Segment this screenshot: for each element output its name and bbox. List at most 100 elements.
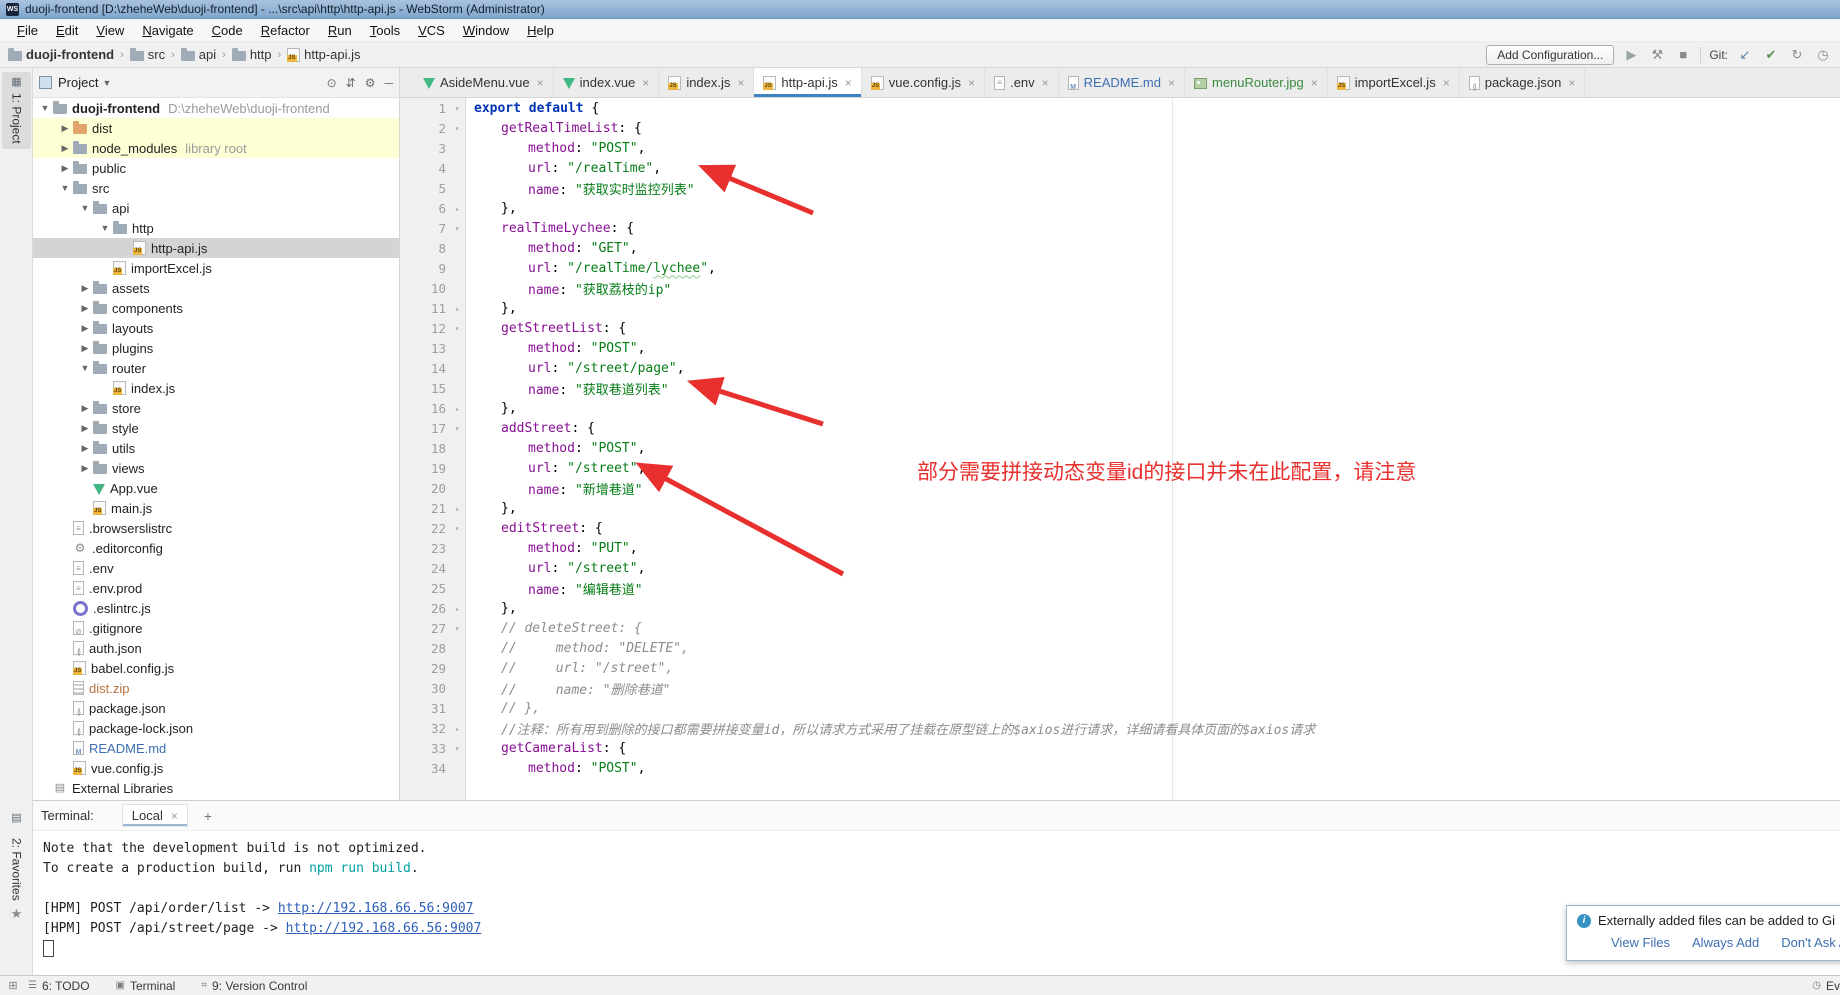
chevron-right-icon[interactable]: ▶ xyxy=(77,343,93,354)
favorites-tool-button[interactable]: 2: Favorites ★ xyxy=(2,838,31,922)
chevron-right-icon[interactable]: ▶ xyxy=(77,403,93,414)
notification-action-don-t-ask-agai[interactable]: Don't Ask Agai xyxy=(1781,935,1840,950)
tree-item-importExcel.js[interactable]: importExcel.js xyxy=(33,258,399,278)
locate-icon[interactable]: ⊙ xyxy=(327,76,337,90)
notification-action-always-add[interactable]: Always Add xyxy=(1692,935,1759,950)
tree-item-.editorconfig[interactable]: .editorconfig xyxy=(33,538,399,558)
tree-item-External Libraries[interactable]: External Libraries xyxy=(33,778,399,798)
chevron-right-icon[interactable]: ▶ xyxy=(57,163,73,174)
tree-item-public[interactable]: ▶public xyxy=(33,158,399,178)
chevron-right-icon[interactable]: ▶ xyxy=(77,323,93,334)
terminal-tab-local[interactable]: Local × xyxy=(122,804,188,827)
tree-item-http[interactable]: ▼http xyxy=(33,218,399,238)
hide-panel-icon[interactable]: ─ xyxy=(384,76,393,90)
tab-close-icon[interactable]: × xyxy=(968,76,975,90)
tree-item-auth.json[interactable]: auth.json xyxy=(33,638,399,658)
tab-menuRouter.jpg[interactable]: menuRouter.jpg× xyxy=(1185,68,1328,97)
tab-close-icon[interactable]: × xyxy=(642,76,649,90)
terminal-link[interactable]: http://192.168.66.56:9007 xyxy=(278,901,474,916)
tree-item-main.js[interactable]: main.js xyxy=(33,498,399,518)
chevron-down-icon[interactable]: ▼ xyxy=(97,223,113,233)
tree-item-dist.zip[interactable]: dist.zip xyxy=(33,678,399,698)
tree-item-.eslintrc.js[interactable]: .eslintrc.js xyxy=(33,598,399,618)
chevron-right-icon[interactable]: ▶ xyxy=(77,303,93,314)
tree-item-http-api.js[interactable]: http-api.js xyxy=(33,238,399,258)
chevron-down-icon[interactable]: ▼ xyxy=(57,183,73,193)
chevron-right-icon[interactable]: ▶ xyxy=(77,443,93,454)
chevron-down-icon[interactable]: ▼ xyxy=(77,203,93,213)
notification-action-view-files[interactable]: View Files xyxy=(1611,935,1670,950)
new-terminal-icon[interactable]: + xyxy=(204,808,212,824)
tree-item-.env.prod[interactable]: .env.prod xyxy=(33,578,399,598)
menu-item-help[interactable]: Help xyxy=(518,21,563,40)
tree-item-package.json[interactable]: package.json xyxy=(33,698,399,718)
fold-close-icon[interactable]: ▴ xyxy=(450,304,464,313)
tab-README.md[interactable]: README.md× xyxy=(1059,68,1185,97)
tab-importExcel.js[interactable]: importExcel.js× xyxy=(1328,68,1460,97)
tree-item-dist[interactable]: ▶dist xyxy=(33,118,399,138)
project-panel-title[interactable]: Project xyxy=(58,75,98,90)
menu-item-run[interactable]: Run xyxy=(319,21,361,40)
tree-item-plugins[interactable]: ▶plugins xyxy=(33,338,399,358)
tab-close-icon[interactable]: × xyxy=(1042,76,1049,90)
add-configuration-button[interactable]: Add Configuration... xyxy=(1486,45,1614,65)
chevron-right-icon[interactable]: ▶ xyxy=(57,123,73,134)
fold-close-icon[interactable]: ▴ xyxy=(450,204,464,213)
tree-item-style[interactable]: ▶style xyxy=(33,418,399,438)
tree-item-package-lock.json[interactable]: package-lock.json xyxy=(33,718,399,738)
tree-item-views[interactable]: ▶views xyxy=(33,458,399,478)
menu-item-edit[interactable]: Edit xyxy=(47,21,87,40)
tab-package.json[interactable]: package.json× xyxy=(1460,68,1586,97)
toolwindow-switcher-icon[interactable]: ⊞ xyxy=(6,979,20,992)
project-view-icon[interactable] xyxy=(39,76,52,89)
menu-item-tools[interactable]: Tools xyxy=(361,21,409,40)
tree-item-utils[interactable]: ▶utils xyxy=(33,438,399,458)
settings-icon[interactable]: ⚙ xyxy=(365,76,376,90)
terminal-link[interactable]: http://192.168.66.56:9007 xyxy=(286,921,482,936)
fold-open-icon[interactable]: ▾ xyxy=(450,744,464,753)
tree-item-App.vue[interactable]: App.vue xyxy=(33,478,399,498)
chevron-down-icon[interactable]: ▼ xyxy=(77,363,93,373)
fold-close-icon[interactable]: ▴ xyxy=(450,404,464,413)
event-log-item[interactable]: ◷ Ev xyxy=(1812,979,1840,993)
tab-close-icon[interactable]: × xyxy=(1168,76,1175,90)
tab-close-icon[interactable]: × xyxy=(1443,76,1450,90)
run-icon[interactable]: ▶ xyxy=(1622,47,1640,63)
chevron-right-icon[interactable]: ▶ xyxy=(77,283,93,294)
tab-http-api.js[interactable]: http-api.js× xyxy=(754,68,861,97)
chevron-down-icon[interactable]: ▼ xyxy=(37,103,53,113)
status-item-terminal[interactable]: ▣Terminal xyxy=(116,979,176,993)
menu-item-code[interactable]: Code xyxy=(203,21,252,40)
tree-item-duoji-frontend[interactable]: ▼duoji-frontendD:\zheheWeb\duoji-fronten… xyxy=(33,98,399,118)
tab-.env[interactable]: .env× xyxy=(985,68,1059,97)
chevron-right-icon[interactable]: ▶ xyxy=(77,423,93,434)
fold-open-icon[interactable]: ▾ xyxy=(450,104,464,113)
breadcrumb-item-api[interactable]: api xyxy=(181,47,216,62)
tree-item-src[interactable]: ▼src xyxy=(33,178,399,198)
close-icon[interactable]: × xyxy=(171,809,178,823)
tab-index.js[interactable]: index.js× xyxy=(659,68,754,97)
menu-item-navigate[interactable]: Navigate xyxy=(133,21,202,40)
tree-item-.gitignore[interactable]: .gitignore xyxy=(33,618,399,638)
fold-close-icon[interactable]: ▴ xyxy=(450,604,464,613)
vcs-commit-icon[interactable]: ✔ xyxy=(1762,47,1780,63)
menu-item-view[interactable]: View xyxy=(87,21,133,40)
breadcrumb-item-http[interactable]: http xyxy=(232,47,272,62)
fold-open-icon[interactable]: ▾ xyxy=(450,624,464,633)
structure-tool-button[interactable]: ▤ xyxy=(2,813,31,824)
vcs-revert-icon[interactable]: ↻ xyxy=(1788,47,1806,63)
tab-close-icon[interactable]: × xyxy=(537,76,544,90)
status-item-6-todo[interactable]: ☰6: TODO xyxy=(28,979,90,993)
fold-close-icon[interactable]: ▴ xyxy=(450,504,464,513)
menu-item-refactor[interactable]: Refactor xyxy=(252,21,319,40)
tree-item-components[interactable]: ▶components xyxy=(33,298,399,318)
tree-item-.browserslistrc[interactable]: .browserslistrc xyxy=(33,518,399,538)
tab-index.vue[interactable]: index.vue× xyxy=(554,68,660,97)
vcs-update-icon[interactable]: ↙ xyxy=(1736,47,1754,63)
fold-open-icon[interactable]: ▾ xyxy=(450,424,464,433)
chevron-right-icon[interactable]: ▶ xyxy=(57,143,73,154)
tab-vue.config.js[interactable]: vue.config.js× xyxy=(862,68,985,97)
stop-icon[interactable]: ■ xyxy=(1674,47,1692,62)
code-editor[interactable]: 1▾export default {2▾getRealTimeList: {3m… xyxy=(400,98,1840,800)
fold-close-icon[interactable]: ▴ xyxy=(450,724,464,733)
